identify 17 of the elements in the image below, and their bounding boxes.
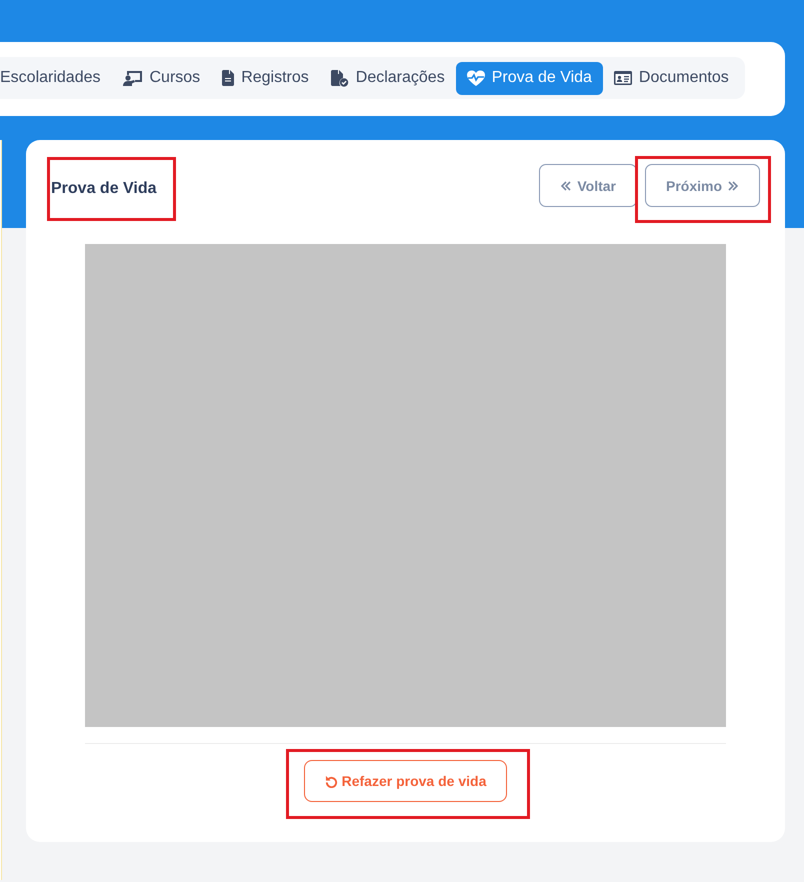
double-chevron-right-icon	[727, 180, 739, 192]
back-button[interactable]: Voltar	[539, 164, 637, 207]
tab[interactable]: Escolaridades	[0, 62, 112, 94]
tab[interactable]: Declarações	[320, 62, 456, 94]
double-chevron-left-icon	[560, 180, 572, 192]
tab[interactable]: Prova de Vida	[456, 62, 603, 94]
next-button[interactable]: Próximo	[644, 164, 760, 207]
document-icon	[222, 70, 234, 86]
panel-title: Prova de Vida	[51, 180, 157, 198]
id-card-icon	[614, 71, 632, 85]
undo-icon	[324, 774, 338, 788]
chalkboard-user-icon	[122, 70, 142, 86]
document-check-icon	[330, 70, 349, 86]
tab[interactable]: Documentos	[602, 62, 740, 94]
tab[interactable]: Cursos	[112, 62, 212, 94]
tab[interactable]: Registros	[211, 62, 320, 94]
heartbeat-icon	[466, 70, 485, 86]
